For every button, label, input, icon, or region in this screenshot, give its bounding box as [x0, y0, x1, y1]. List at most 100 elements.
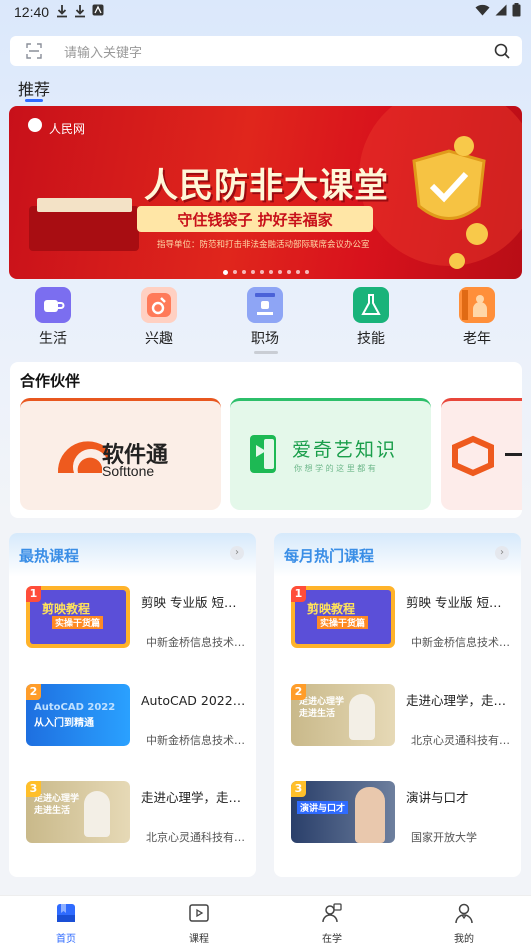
partner-card-softtone[interactable]: 软件通 Softtone: [20, 398, 221, 510]
category-elderly[interactable]: 老年: [447, 287, 507, 348]
partners-section: 合作伙伴 软件通 Softtone 爱奇艺知识 你 想 学 的 这 里 都 有: [10, 362, 522, 518]
carousel-dot[interactable]: [277, 270, 282, 274]
monthly-courses-header: 每月热门课程 ›: [274, 533, 521, 577]
category-interest[interactable]: 兴趣: [129, 287, 189, 348]
tab-active-indicator: [25, 99, 43, 102]
banner-carousel[interactable]: 人民网 人民防非大课堂 守住钱袋子 护好幸福家 指导单位：防范和打击非法金融活动…: [9, 106, 522, 279]
monthly-courses-panel: 每月热门课程 › 剪映教程 实操干货篇 1 剪映 专业版 短视频剪辑 中新金桥信…: [274, 533, 521, 877]
carousel-indicator: [9, 270, 522, 275]
status-system-icons: [475, 3, 521, 21]
monthly-courses-title: 每月热门课程: [284, 547, 375, 565]
app-notification-icon: [92, 4, 104, 22]
course-title: 剪映 专业版 短视频剪辑: [406, 595, 512, 610]
course-item[interactable]: 演讲与口才 3 演讲与口才 国家开放大学: [274, 781, 521, 845]
elderly-icon: [459, 287, 495, 323]
partner-card-iqiyi[interactable]: 爱奇艺知识 你 想 学 的 这 里 都 有: [230, 398, 431, 510]
course-thumbnail: 剪映教程 实操干货篇 1: [291, 586, 395, 648]
category-skill[interactable]: 技能: [341, 287, 401, 348]
status-notification-icons: [56, 4, 104, 22]
course-thumbnail: AutoCAD 2022 从入门到精通 2: [26, 684, 130, 746]
interest-icon: [141, 287, 177, 323]
rank-badge: 1: [26, 586, 41, 602]
monthly-courses-more-button[interactable]: ›: [495, 546, 509, 560]
category-workplace[interactable]: 职场: [235, 287, 295, 348]
download-icon: [74, 4, 86, 22]
banner-logo: 人民网: [49, 122, 86, 136]
partner-logo-icon: [452, 435, 522, 477]
search-icon[interactable]: [494, 43, 510, 63]
course-title: AutoCAD 2022从入门到精通: [141, 693, 247, 708]
hot-courses-title: 最热课程: [19, 547, 80, 565]
status-bar: 12:40: [0, 0, 531, 24]
course-org: 中新金桥信息技术有限公司: [146, 636, 249, 649]
course-item[interactable]: 剪映教程 实操干货篇 1 剪映 专业版 短视频剪辑 中新金桥信息技术有限公司: [9, 586, 256, 650]
banner-subtitle: 守住钱袋子 护好幸福家: [137, 206, 373, 232]
course-item[interactable]: 走进心理学 走进生活 3 走进心理学，走进生活 北京心灵通科技有限公司: [9, 781, 256, 845]
nav-home[interactable]: 首页: [36, 902, 96, 945]
course-thumbnail: 走进心理学 走进生活 2: [291, 684, 395, 746]
course-thumbnail: 剪映教程 实操干货篇 1: [26, 586, 130, 648]
course-org: 国家开放大学: [411, 831, 477, 844]
rank-badge: 2: [26, 684, 41, 700]
course-item[interactable]: AutoCAD 2022 从入门到精通 2 AutoCAD 2022从入门到精通…: [9, 684, 256, 748]
carousel-dot[interactable]: [250, 270, 255, 274]
nav-course[interactable]: 课程: [169, 902, 229, 945]
battery-icon: [512, 3, 521, 21]
wifi-icon: [475, 4, 490, 20]
rank-badge: 3: [26, 781, 41, 797]
course-title: 演讲与口才: [406, 790, 469, 805]
nav-learning[interactable]: 在学: [302, 902, 362, 945]
hot-courses-more-button[interactable]: ›: [230, 546, 244, 560]
partner-sub: Softtone: [102, 463, 155, 479]
carousel-dot[interactable]: [304, 270, 309, 274]
profile-icon: [453, 903, 475, 928]
course-item[interactable]: 走进心理学 走进生活 2 走进心理学，走进生活 北京心灵通科技有限公司: [274, 684, 521, 748]
carousel-dot[interactable]: [259, 270, 264, 274]
course-org: 北京心灵通科技有限公司: [146, 831, 249, 844]
hot-courses-header: 最热课程 ›: [9, 533, 256, 577]
nav-profile[interactable]: 我的: [434, 902, 494, 945]
carousel-dot[interactable]: [286, 270, 291, 274]
rank-badge: 1: [291, 586, 306, 602]
banner-note: 指导单位：防范和打击非法金融活动部际联席会议办公室: [157, 240, 370, 250]
tab-recommend[interactable]: 推荐: [18, 76, 50, 100]
partner-sub: 你 想 学 的 这 里 都 有: [294, 464, 376, 473]
course-item[interactable]: 剪映教程 实操干货篇 1 剪映 专业版 短视频剪辑 中新金桥信息技术有限公司: [274, 586, 521, 650]
category-row: 生活 兴趣 职场 技能 老年: [0, 287, 531, 349]
rank-badge: 2: [291, 684, 306, 700]
life-icon: [35, 287, 71, 323]
carousel-dot[interactable]: [268, 270, 273, 274]
course-title: 剪映 专业版 短视频剪辑: [141, 595, 247, 610]
category-scroll-indicator: [254, 351, 278, 354]
learning-icon: [321, 903, 343, 928]
carousel-dot[interactable]: [241, 270, 246, 274]
carousel-dot[interactable]: [222, 270, 228, 275]
workplace-icon: [247, 287, 283, 323]
bottom-navigation: 首页 课程 在学 我的: [0, 895, 531, 945]
download-icon: [56, 4, 68, 22]
partners-title: 合作伙伴: [20, 372, 81, 390]
rank-badge: 3: [291, 781, 306, 797]
course-title: 走进心理学，走进生活: [406, 693, 512, 708]
signal-icon: [495, 4, 507, 20]
course-thumbnail: 演讲与口才 3: [291, 781, 395, 843]
skill-icon: [353, 287, 389, 323]
search-bar[interactable]: 请输入关键字: [10, 36, 522, 66]
course-org: 中新金桥信息技术有限公司: [146, 734, 249, 747]
category-life[interactable]: 生活: [23, 287, 83, 348]
course-org: 北京心灵通科技有限公司: [411, 734, 514, 747]
home-icon: [55, 904, 77, 928]
course-title: 走进心理学，走进生活: [141, 790, 247, 805]
partner-card-3[interactable]: [441, 398, 522, 510]
course-org: 中新金桥信息技术有限公司: [411, 636, 514, 649]
partner-name: 爱奇艺知识: [292, 439, 398, 461]
carousel-dot[interactable]: [295, 270, 300, 274]
banner-title: 人民防非大课堂: [144, 166, 389, 206]
scan-icon[interactable]: [26, 43, 42, 59]
status-time: 12:40: [14, 4, 50, 20]
search-input[interactable]: 请输入关键字: [64, 42, 142, 61]
carousel-dot[interactable]: [232, 270, 237, 274]
course-thumbnail: 走进心理学 走进生活 3: [26, 781, 130, 843]
course-icon: [188, 904, 210, 928]
hot-courses-panel: 最热课程 › 剪映教程 实操干货篇 1 剪映 专业版 短视频剪辑 中新金桥信息技…: [9, 533, 256, 877]
